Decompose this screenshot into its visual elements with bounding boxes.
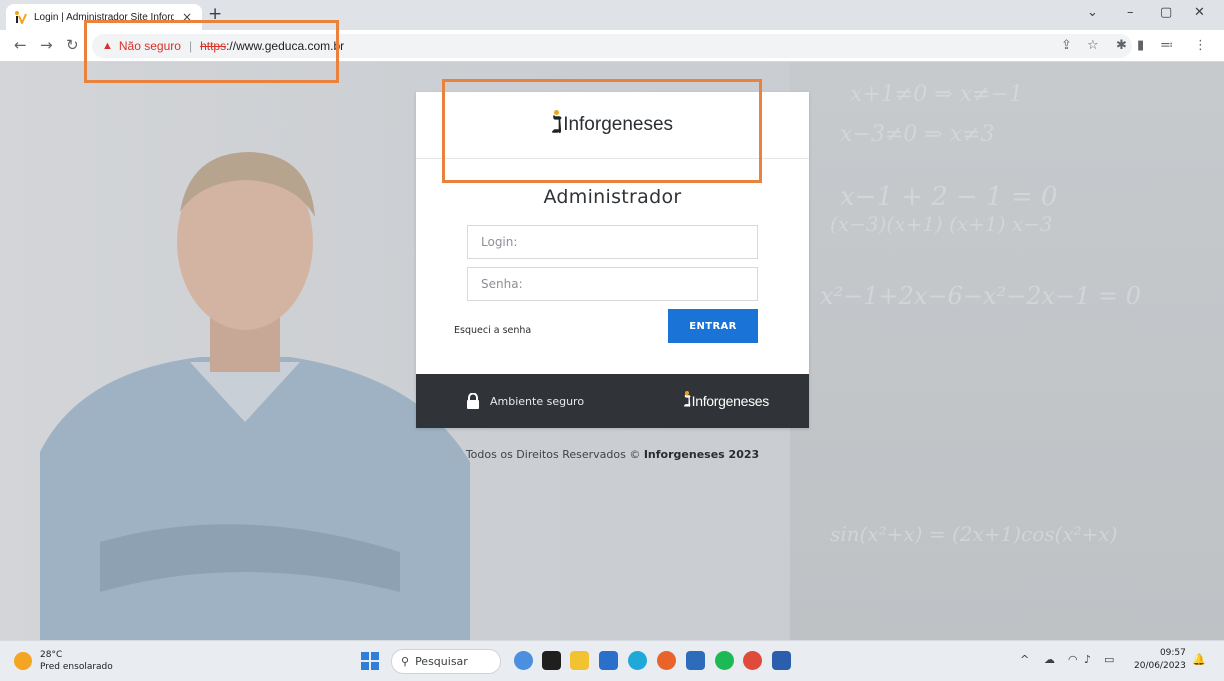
bookmark-star-icon[interactable]: ☆ <box>1087 38 1099 53</box>
password-input[interactable] <box>467 267 758 301</box>
clock-time: 09:57 <box>1159 648 1186 658</box>
temperature: 28°C <box>40 650 63 660</box>
lock-icon <box>467 393 479 409</box>
search-icon: ⚲ <box>401 655 410 668</box>
chalkboard-background: x+1≠0 ⇒ x≠−1 x−3≠0 ⇒ x≠3 x−1 + 2 − 1 = 0… <box>790 62 1224 640</box>
card-footer: Ambiente seguro ℷ Inforgeneses <box>416 374 809 428</box>
firefox-icon[interactable] <box>657 651 676 670</box>
weather-sun-icon <box>14 652 32 670</box>
show-hidden-icons-icon[interactable]: ^ <box>1020 653 1029 666</box>
amazon-store-icon[interactable] <box>686 651 705 670</box>
weather-description: Pred ensolarado <box>40 662 113 672</box>
edge-browser-icon[interactable] <box>628 651 647 670</box>
restore-icon[interactable]: ▢ <box>1160 5 1172 20</box>
battery-icon[interactable]: ▭ <box>1104 653 1114 666</box>
secure-environment: Ambiente seguro <box>466 393 584 409</box>
windows-taskbar: 28°C Pred ensolarado ⚲ Pesquisar ^ ☁ ◠ ♪… <box>0 640 1224 681</box>
forward-arrow-icon[interactable]: → <box>40 36 53 54</box>
onedrive-icon[interactable]: ☁ <box>1044 653 1055 666</box>
footer-logo: ℷ Inforgeneses <box>683 391 770 410</box>
logo-highlight-box <box>442 79 762 183</box>
copyright-company: Inforgeneses 2023 <box>643 448 760 461</box>
site-favicon-icon <box>14 10 28 24</box>
close-window-icon[interactable]: ✕ <box>1194 5 1205 20</box>
login-input[interactable] <box>467 225 758 259</box>
mail-app-icon[interactable] <box>599 651 618 670</box>
taskbar-search[interactable]: ⚲ Pesquisar <box>391 649 501 674</box>
chrome-icon[interactable] <box>743 651 762 670</box>
volume-icon[interactable]: ♪ <box>1084 653 1091 666</box>
footer-logo-mark-icon: ℷ <box>683 391 691 410</box>
bing-app-icon[interactable] <box>514 651 533 670</box>
file-explorer-icon[interactable] <box>570 651 589 670</box>
clock-date: 20/06/2023 <box>1134 661 1186 671</box>
page-title: Administrador <box>543 186 682 208</box>
notification-bell-icon[interactable]: 🔔 <box>1192 653 1206 666</box>
minimize-icon[interactable]: – <box>1127 5 1134 20</box>
enter-button[interactable]: ENTRAR <box>668 309 758 343</box>
footer-logo-text: Inforgeneses <box>691 393 770 409</box>
reload-icon[interactable]: ↻ <box>66 36 79 54</box>
wifi-icon[interactable]: ◠ <box>1068 653 1078 666</box>
forgot-password-link[interactable]: Esqueci a senha <box>454 325 531 336</box>
teacher-photo <box>40 152 470 640</box>
search-label: Pesquisar <box>415 655 468 668</box>
spotify-icon[interactable] <box>715 651 734 670</box>
side-panel-icon[interactable]: ▮ <box>1137 38 1144 53</box>
taskbar-clock[interactable]: 09:57 20/06/2023 <box>1134 647 1186 673</box>
extensions-icon[interactable]: ✱ <box>1116 38 1127 53</box>
profile-icon[interactable]: ≕ <box>1160 38 1173 53</box>
tab-search-chevron-icon[interactable]: ⌄ <box>1087 5 1098 20</box>
task-view-icon[interactable] <box>542 651 561 670</box>
url-highlight-box <box>84 20 339 83</box>
back-arrow-icon[interactable]: ← <box>14 36 27 54</box>
word-icon[interactable] <box>772 651 791 670</box>
copyright-text: Todos os Direitos Reservados © Inforgene… <box>416 448 809 461</box>
weather-widget[interactable]: 28°C Pred ensolarado <box>14 649 113 673</box>
windows-start-icon[interactable] <box>361 652 379 670</box>
secure-label: Ambiente seguro <box>490 394 585 408</box>
share-icon[interactable]: ⇪ <box>1061 38 1072 53</box>
copyright-prefix: Todos os Direitos Reservados © <box>465 448 641 461</box>
menu-icon[interactable]: ⋮ <box>1194 38 1207 53</box>
